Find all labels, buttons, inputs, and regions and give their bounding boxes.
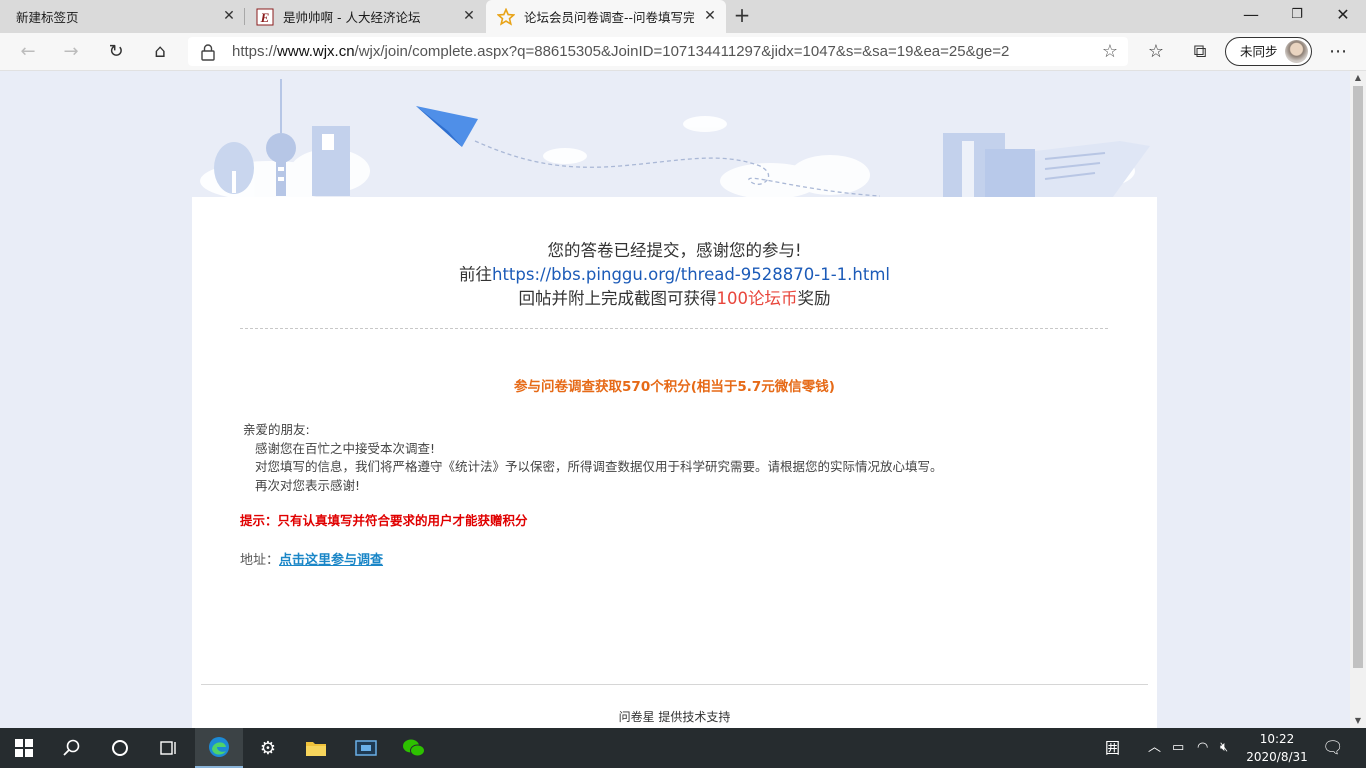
battery-icon[interactable]: ▭ — [1172, 728, 1184, 768]
greeting: 亲爱的朋友: — [243, 422, 310, 437]
goto-label: 前往 — [459, 265, 492, 284]
ime-keyboard-icon[interactable]: 囲 — [1105, 728, 1120, 768]
svg-text:E: E — [260, 10, 270, 25]
lock-icon — [201, 44, 215, 61]
avatar — [1285, 40, 1308, 63]
letter-line: 对您填写的信息，我们将严格遵守《统计法》予以保密，所得调查数据仅用于科学研究需要… — [255, 459, 943, 474]
url-text: https://www.wjx.cn/wjx/join/complete.asp… — [232, 43, 1010, 60]
tab-survey[interactable]: 论坛会员问卷调查--问卷填写完成 ✕ — [486, 0, 726, 33]
tab-label: 论坛会员问卷调查--问卷填写完成 — [524, 10, 694, 25]
system-clock[interactable]: 10:22 2020/8/31 — [1246, 728, 1308, 768]
video-player-icon[interactable] — [342, 728, 390, 768]
clock-time: 10:22 — [1259, 732, 1295, 746]
scrollbar-thumb[interactable] — [1353, 86, 1363, 668]
back-button[interactable]: ← — [13, 37, 43, 67]
forward-button[interactable]: → — [56, 37, 86, 67]
windows-logo-icon — [15, 739, 33, 757]
file-explorer-icon[interactable] — [292, 728, 340, 768]
restore-button[interactable]: ❐ — [1274, 0, 1320, 30]
close-icon[interactable]: ✕ — [221, 8, 237, 24]
cortana-icon[interactable] — [96, 728, 144, 768]
survey-link[interactable]: 点击这里参与调查 — [279, 553, 383, 568]
browser-toolbar: ← → ↻ ⌂ https://www.wjx.cn/wjx/join/comp… — [0, 33, 1366, 71]
tab-strip: 新建标签页 ✕ E 是帅帅啊 - 人大经济论坛 ✕ 论坛会员问卷调查--问卷填写… — [0, 0, 1366, 33]
tab-label: 是帅帅啊 - 人大经济论坛 — [283, 10, 421, 25]
window-close-button[interactable]: ✕ — [1320, 0, 1366, 30]
show-hidden-icons-icon[interactable]: ︿ — [1148, 728, 1161, 768]
close-icon[interactable]: ✕ — [461, 8, 477, 24]
collections-icon[interactable]: ⧉ — [1185, 37, 1215, 67]
scroll-up-icon[interactable]: ▲ — [1350, 71, 1366, 85]
star-favicon-icon — [497, 8, 515, 26]
favorites-icon[interactable]: ☆ — [1141, 37, 1171, 67]
footer-divider — [201, 684, 1148, 685]
profile-sync-button[interactable]: 未同步 — [1225, 37, 1312, 66]
search-icon[interactable] — [48, 728, 96, 768]
thread-link[interactable]: https://bbs.pinggu.org/thread-9528870-1-… — [492, 265, 890, 284]
wechat-icon[interactable] — [390, 728, 438, 768]
completion-card: 您的答卷已经提交，感谢您的参与! 前往https://bbs.pinggu.or… — [192, 197, 1157, 728]
thank-you-message: 您的答卷已经提交，感谢您的参与! 前往https://bbs.pinggu.or… — [192, 239, 1157, 311]
scroll-down-icon[interactable]: ▼ — [1350, 714, 1366, 728]
volume-mute-icon[interactable]: 🔇︎ — [1220, 728, 1228, 768]
refresh-button[interactable]: ↻ — [101, 37, 131, 67]
letter-line: 再次对您表示感谢! — [255, 477, 361, 493]
sync-label: 未同步 — [1240, 44, 1278, 59]
close-icon[interactable]: ✕ — [702, 8, 718, 24]
edge-browser-icon[interactable] — [195, 728, 243, 768]
more-menu-icon[interactable]: ⋯ — [1323, 37, 1353, 67]
minimize-button[interactable]: — — [1228, 0, 1274, 30]
tip-text: 提示：只有认真填写并符合要求的用户才能获赠积分 — [240, 513, 528, 528]
forum-favicon-icon: E — [256, 8, 274, 26]
notifications-icon[interactable]: 🗨︎ — [1322, 728, 1344, 768]
page-viewport: 您的答卷已经提交，感谢您的参与! 前往https://bbs.pinggu.or… — [0, 71, 1350, 728]
clock-date: 2020/8/31 — [1246, 750, 1308, 764]
new-tab-button[interactable]: + — [731, 5, 753, 27]
reward-amount: 100论坛币 — [716, 289, 798, 308]
home-button[interactable]: ⌂ — [145, 37, 175, 67]
submitted-text: 您的答卷已经提交，感谢您的参与! — [547, 241, 802, 260]
wifi-icon[interactable]: ◠ — [1197, 728, 1208, 768]
start-button[interactable] — [0, 728, 48, 768]
city-banner-illustration — [200, 79, 1150, 201]
windows-taskbar: ⚙ 囲 ︿ ▭ ◠ 🔇︎ 10:22 2020/8/31 🗨︎ — [0, 728, 1366, 768]
tab-forum[interactable]: E 是帅帅啊 - 人大经济论坛 ✕ — [245, 0, 485, 33]
letter-line: 感谢您在百忙之中接受本次调查! — [255, 440, 436, 456]
tab-new-tab[interactable]: 新建标签页 ✕ — [0, 0, 245, 33]
address-label: 地址： — [240, 553, 280, 568]
address-row: 地址：点击这里参与调查 — [240, 549, 383, 568]
divider — [240, 328, 1108, 329]
powered-by-text: 问卷星 提供技术支持 — [618, 710, 731, 724]
points-reward-text: 参与问卷调查获取570个积分(相当于5.7元微信零钱) — [514, 379, 835, 395]
task-view-icon[interactable] — [144, 728, 192, 768]
greeting-letter: 亲爱的朋友: 感谢您在百忙之中接受本次调查! 对您填写的信息，我们将严格遵守《统… — [243, 421, 943, 495]
settings-gear-icon[interactable]: ⚙ — [244, 728, 292, 768]
address-bar[interactable]: https://www.wjx.cn/wjx/join/complete.asp… — [188, 37, 1128, 66]
vertical-scrollbar[interactable]: ▲ ▼ — [1350, 71, 1366, 728]
tab-label: 新建标签页 — [16, 10, 79, 25]
favorite-star-icon[interactable]: ☆ — [1102, 39, 1118, 64]
